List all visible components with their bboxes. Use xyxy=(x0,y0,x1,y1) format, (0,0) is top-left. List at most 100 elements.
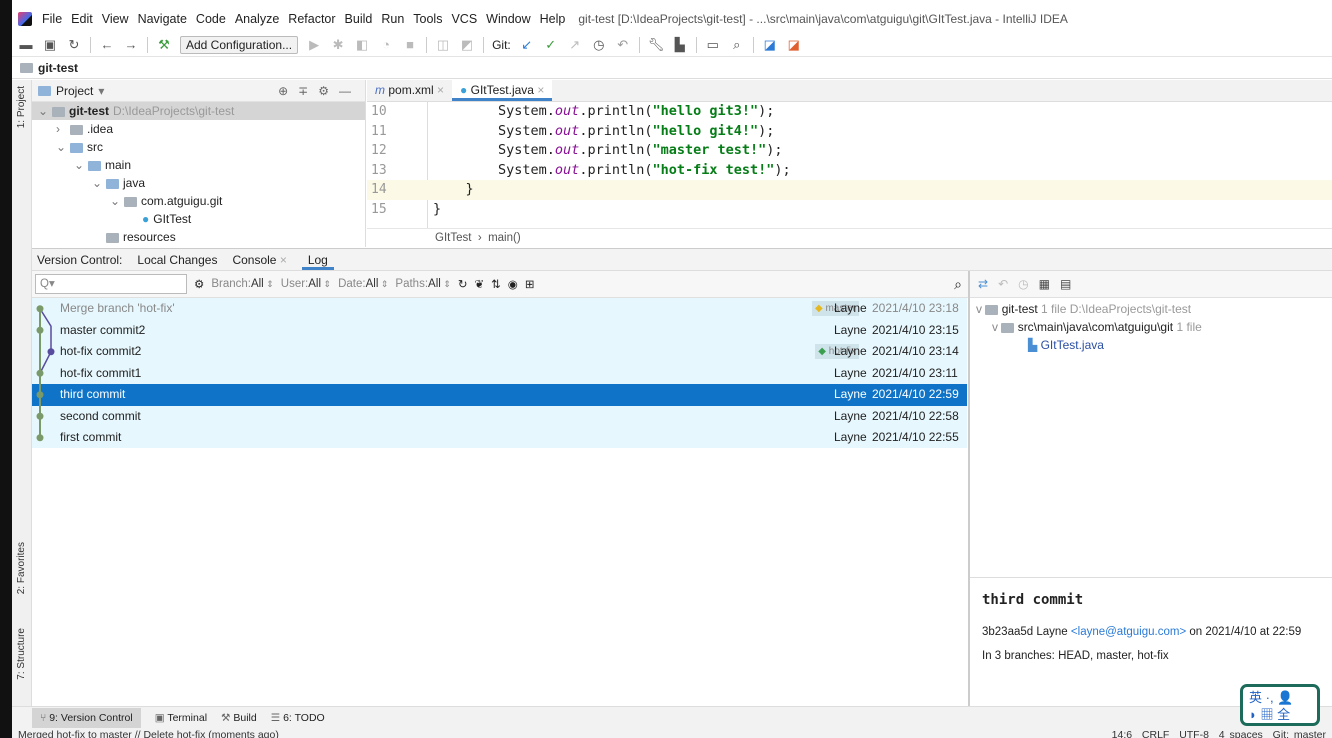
rollback-icon[interactable]: ↶ xyxy=(615,37,631,53)
author-email-link[interactable]: <layne@atguigu.com> xyxy=(1071,626,1186,638)
project-view-selector[interactable]: Project xyxy=(56,84,93,98)
file-encoding[interactable]: UTF-8 xyxy=(1179,729,1209,738)
commit-row[interactable]: hot-fix commit1 Layne 2021/4/10 23:11 xyxy=(32,363,967,385)
vc-tab-local-changes[interactable]: Local Changes xyxy=(137,253,217,267)
commit-row[interactable]: hot-fix commit2 ◆ hot-fix Layne 2021/4/10 2… xyxy=(32,341,967,363)
build-hammer-icon[interactable]: ⚒ xyxy=(156,37,172,53)
tree-item[interactable]: resources xyxy=(32,228,365,246)
git-update-icon[interactable]: ↙ xyxy=(519,37,535,53)
breadcrumb-method[interactable]: main() xyxy=(488,232,521,244)
menu-analyze[interactable]: Analyze xyxy=(235,12,279,26)
tree-arrow-icon[interactable]: ⌄ xyxy=(56,138,70,156)
translate-alt-icon[interactable]: ◪ xyxy=(786,37,802,53)
back-icon[interactable]: ← xyxy=(99,37,115,52)
menu-help[interactable]: Help xyxy=(540,12,566,26)
ime-toolbar[interactable]: 英 ·, 👤 ◗ ▦ 全 xyxy=(1240,684,1320,726)
tree-arrow-icon[interactable]: ⌄ xyxy=(38,102,52,120)
project-tool-button[interactable]: 1: Project xyxy=(16,86,27,128)
tool-window-terminal[interactable]: ▣ Terminal xyxy=(155,712,207,724)
menu-tools[interactable]: Tools xyxy=(413,12,442,26)
profile-icon[interactable]: ◔ xyxy=(378,37,394,52)
status-message[interactable]: Merged hot-fix to master // Delete hot-f… xyxy=(18,729,279,738)
filter-paths[interactable]: Paths:All ⇕ xyxy=(395,278,450,290)
editor-tab[interactable]: ● GItTest.java × xyxy=(452,80,553,101)
commit-row[interactable]: master commit2 Layne 2021/4/10 23:15 xyxy=(32,320,967,342)
tree-arrow-icon[interactable]: ⌄ xyxy=(74,156,88,174)
group-by-icon[interactable]: ▦ xyxy=(1039,277,1050,291)
history-icon[interactable]: ◷ xyxy=(1018,277,1028,291)
debug-icon[interactable]: ✱ xyxy=(330,37,346,53)
structure-tool-button[interactable]: 7: Structure xyxy=(16,628,27,680)
menu-build[interactable]: Build xyxy=(345,12,373,26)
settings-wrench-icon[interactable]: 🔧︎ xyxy=(648,37,665,53)
sync-icon[interactable]: ↻ xyxy=(66,37,82,53)
code-area[interactable]: 10 System.out.println("hello git3!"); 11 … xyxy=(367,102,1332,228)
history-icon[interactable]: ◷ xyxy=(591,37,607,53)
translate-icon[interactable]: ◪ xyxy=(762,37,778,53)
tree-item[interactable]: ● GItTest xyxy=(32,210,365,228)
save-icon[interactable]: ▣ xyxy=(42,37,58,53)
open-icon[interactable]: ▬ xyxy=(18,37,34,52)
menu-view[interactable]: View xyxy=(102,12,129,26)
caret-position[interactable]: 14:6 xyxy=(1112,729,1132,738)
terminal-icon[interactable]: ▭ xyxy=(705,37,721,53)
git-push-icon[interactable]: ↗ xyxy=(567,37,583,53)
tool-window-build[interactable]: ⚒ Build xyxy=(221,712,257,724)
vc-tab-console[interactable]: Console × xyxy=(232,253,286,267)
stop-icon[interactable]: ■ xyxy=(402,37,418,52)
revert-icon[interactable]: ↶ xyxy=(998,277,1008,291)
close-tab-icon[interactable]: × xyxy=(534,83,544,97)
add-configuration-button[interactable]: Add Configuration... xyxy=(180,35,299,54)
close-tab-icon[interactable]: × xyxy=(434,83,444,97)
menu-file[interactable]: File xyxy=(42,12,62,26)
filter-date[interactable]: Date:All ⇕ xyxy=(338,278,388,290)
tree-item[interactable]: ⌄ java xyxy=(32,174,365,192)
attach-icon[interactable]: ◩ xyxy=(459,37,475,53)
tree-arrow-icon[interactable]: › xyxy=(56,120,70,138)
sort-icon[interactable]: ⇅ xyxy=(491,277,501,291)
changed-file[interactable]: ▙ GItTest.java xyxy=(970,336,1332,354)
tree-arrow-icon[interactable]: ⌄ xyxy=(92,174,106,192)
layout-icon[interactable]: ▤ xyxy=(1060,277,1071,291)
changes-root[interactable]: v git-test 1 file D:\IdeaProjects\git-te… xyxy=(970,300,1332,318)
git-commit-icon[interactable]: ✓ xyxy=(543,37,559,53)
line-separator[interactable]: CRLF xyxy=(1142,729,1169,738)
filter-user[interactable]: User:All ⇕ xyxy=(281,278,331,290)
tree-item[interactable]: › .idea xyxy=(32,120,365,138)
filter-branch[interactable]: Branch:All ⇕ xyxy=(211,278,273,290)
commit-row[interactable]: second commit Layne 2021/4/10 22:58 xyxy=(32,406,967,428)
update-icon[interactable]: ◫ xyxy=(435,37,451,53)
log-settings-icon[interactable]: ⚙ xyxy=(194,277,204,291)
tool-window-todo[interactable]: ☰ 6: TODO xyxy=(271,712,325,724)
view-options-icon[interactable]: ◉ xyxy=(508,277,518,291)
editor-tab[interactable]: m pom.xml × xyxy=(367,80,452,101)
menu-window[interactable]: Window xyxy=(486,12,530,26)
close-tab-icon[interactable]: × xyxy=(276,253,287,267)
tool-window-branch[interactable]: ⑂ 9: Version Control xyxy=(32,707,141,728)
menu-code[interactable]: Code xyxy=(196,12,226,26)
tree-item[interactable]: ⌄ main xyxy=(32,156,365,174)
project-structure-icon[interactable]: ▙ xyxy=(672,37,688,53)
tree-item[interactable]: ⌄ com.atguigu.git xyxy=(32,192,365,210)
changes-dir[interactable]: v src\main\java\com\atguigu\git 1 file xyxy=(970,318,1332,336)
new-tab-icon[interactable]: ⊞ xyxy=(525,277,535,291)
menu-navigate[interactable]: Navigate xyxy=(138,12,187,26)
favorites-tool-button[interactable]: 2: Favorites xyxy=(16,542,27,594)
coverage-icon[interactable]: ◧ xyxy=(354,37,370,53)
menu-vcs[interactable]: VCS xyxy=(451,12,477,26)
menu-run[interactable]: Run xyxy=(381,12,404,26)
commit-row[interactable]: third commit Layne 2021/4/10 22:59 xyxy=(32,384,967,406)
menu-edit[interactable]: Edit xyxy=(71,12,93,26)
menu-refactor[interactable]: Refactor xyxy=(288,12,335,26)
panel-actions-icons[interactable]: ⊕∓⚙— xyxy=(278,84,365,98)
run-icon[interactable]: ▶ xyxy=(306,37,322,53)
git-branch-widget[interactable]: Git: master xyxy=(1273,729,1326,738)
tree-item[interactable]: ⌄ src xyxy=(32,138,365,156)
tree-arrow-icon[interactable]: ⌄ xyxy=(110,192,124,210)
search-icon[interactable]: ⌕ xyxy=(954,276,962,293)
commit-row[interactable]: Merge branch 'hot-fix' ◆ master Layne 2021/… xyxy=(32,298,967,320)
refresh-icon[interactable]: ↻ xyxy=(458,277,468,291)
nav-project[interactable]: git-test xyxy=(38,61,78,75)
commit-row[interactable]: first commit Layne 2021/4/10 22:55 xyxy=(32,427,967,449)
search-everywhere-icon[interactable]: ⌕ xyxy=(729,37,745,53)
